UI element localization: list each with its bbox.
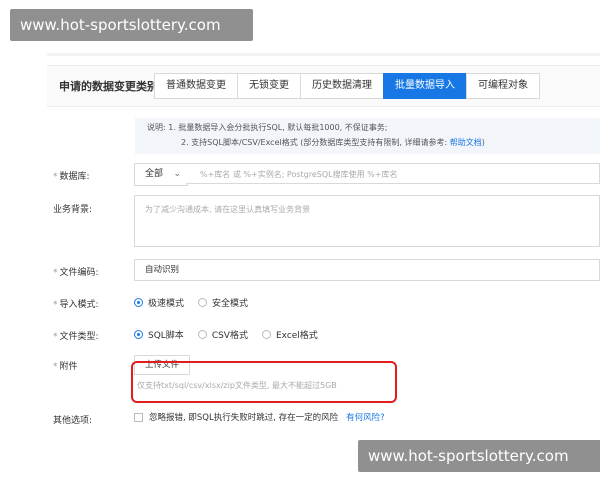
radio-safe-mode[interactable]: 安全模式 <box>198 296 248 309</box>
radio-dot <box>261 330 271 339</box>
import-mode-label-text: 导入模式: <box>59 300 99 310</box>
ignore-errors-option: 忽略报错, 即SQL执行失败时跳过, 存在一定的风险 有何风险? <box>134 411 385 423</box>
encoding-label-text: 文件编码: <box>59 268 99 278</box>
radio-dot <box>198 298 208 307</box>
radio-dot-selected <box>134 330 143 339</box>
other-options-label: 其他选项: <box>53 416 93 426</box>
attachment-label: * 附件 <box>53 359 78 372</box>
risk-info-link[interactable]: 有何风险? <box>346 411 385 423</box>
database-search-input[interactable]: %+库名 或 %+实例名; PostgreSQL搜库使用 %+库名 <box>186 163 600 184</box>
background-label: 业务背景: <box>53 205 93 215</box>
note-line-2-end: ) <box>481 138 485 147</box>
required-mark: * <box>53 172 58 182</box>
help-doc-link[interactable]: 帮助文档 <box>450 138 482 147</box>
database-scope-value: 全部 <box>145 169 164 179</box>
business-background-textarea[interactable]: 为了减少沟通成本, 请在这里认真填写业务背景 <box>134 195 600 247</box>
required-mark: * <box>53 362 58 372</box>
file-type-radio-group: SQL脚本 CSV格式 Excel格式 <box>134 328 332 341</box>
tab-programmable-object[interactable]: 可编程对象 <box>466 73 540 99</box>
database-scope-select[interactable]: 全部 ⌄ <box>134 163 188 186</box>
chevron-down-icon: ⌄ <box>173 169 181 179</box>
radio-fast-mode-label: 极速模式 <box>148 299 185 309</box>
import-mode-radio-group: 极速模式 安全模式 <box>134 296 262 309</box>
tab-normal-change[interactable]: 普通数据变更 <box>154 73 238 99</box>
encoding-label: * 文件编码: <box>53 265 99 278</box>
watermark-top: www.hot-sportslottery.com <box>10 9 253 41</box>
tab-batch-import[interactable]: 批量数据导入 <box>383 73 467 99</box>
attachment-label-text: 附件 <box>59 362 78 372</box>
highlight-box <box>131 361 397 403</box>
ignore-errors-label: 忽略报错, 即SQL执行失败时跳过, 存在一定的风险 <box>149 413 339 423</box>
change-type-tabs: 普通数据变更 无锁变更 历史数据清理 批量数据导入 可编程对象 <box>154 73 540 99</box>
radio-safe-mode-label: 安全模式 <box>212 299 249 309</box>
database-label-text: 数据库: <box>59 172 90 182</box>
radio-dot <box>197 330 207 339</box>
watermark-bottom: www.hot-sportslottery.com <box>358 440 600 472</box>
file-type-label: * 文件类型: <box>53 329 99 342</box>
encoding-select[interactable]: 自动识别 <box>134 259 600 281</box>
radio-excel-label: Excel格式 <box>275 331 318 341</box>
instructions-note: 说明: 1. 批量数据导入会分批执行SQL, 默认每批1000, 不保证事务; … <box>135 118 600 154</box>
radio-fast-mode[interactable]: 极速模式 <box>134 296 184 309</box>
top-divider <box>47 53 600 56</box>
radio-dot-selected <box>134 298 143 307</box>
radio-sql-script[interactable]: SQL脚本 <box>134 328 184 341</box>
file-type-label-text: 文件类型: <box>59 332 99 342</box>
radio-excel[interactable]: Excel格式 <box>261 328 318 341</box>
required-mark: * <box>53 300 58 310</box>
tab-history-cleanup[interactable]: 历史数据清理 <box>300 73 384 99</box>
import-mode-label: * 导入模式: <box>53 297 99 310</box>
ignore-errors-checkbox[interactable] <box>134 412 143 422</box>
radio-csv-label: CSV格式 <box>211 331 248 341</box>
change-type-label: 申请的数据变更类别: <box>59 80 163 93</box>
note-line-2: 2. 支持SQL脚本/CSV/Excel格式 (部分数据库类型支持有限制, 详细… <box>181 136 485 150</box>
import-form: 申请的数据变更类别: 普通数据变更 无锁变更 历史数据清理 批量数据导入 可编程… <box>47 57 600 437</box>
radio-csv[interactable]: CSV格式 <box>197 328 248 341</box>
change-type-header: 申请的数据变更类别: 普通数据变更 无锁变更 历史数据清理 批量数据导入 可编程… <box>47 65 600 107</box>
tab-lockless-change[interactable]: 无锁变更 <box>237 73 301 99</box>
note-line-2-text: 2. 支持SQL脚本/CSV/Excel格式 (部分数据库类型支持有限制, 详细… <box>181 138 448 147</box>
database-label: * 数据库: <box>53 169 90 182</box>
required-mark: * <box>53 332 58 342</box>
required-mark: * <box>53 268 58 278</box>
note-line-1: 说明: 1. 批量数据导入会分批执行SQL, 默认每批1000, 不保证事务; <box>147 123 388 132</box>
radio-sql-script-label: SQL脚本 <box>148 331 184 341</box>
